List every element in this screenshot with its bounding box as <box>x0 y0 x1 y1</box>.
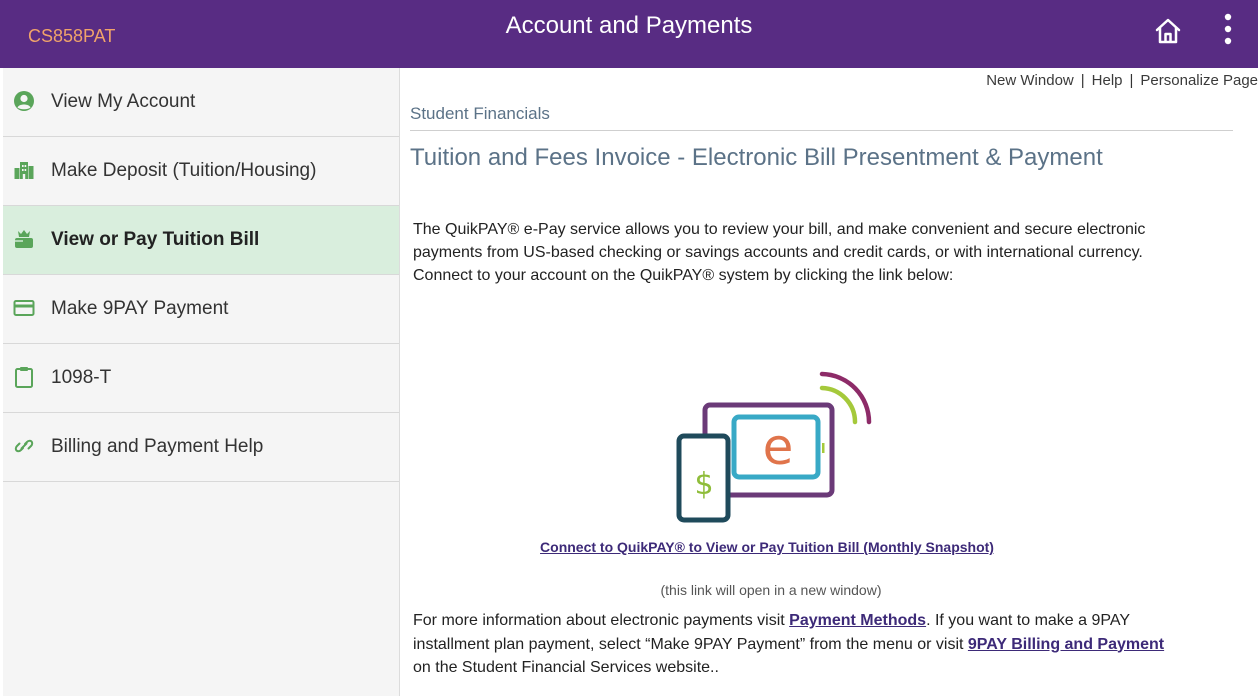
clipboard-icon <box>15 367 33 388</box>
new-window-note: (this link will open in a new window) <box>660 582 882 598</box>
9pay-billing-payment-link[interactable]: 9PAY Billing and Payment <box>968 636 1164 653</box>
graphic-dollar-sign: $ <box>694 467 713 502</box>
intro-text: The QuikPAY® e-Pay service allows you to… <box>413 221 1146 284</box>
more-info-text-1: For more information about electronic pa… <box>413 612 790 629</box>
top-links: New Window | Help | Personalize Page <box>986 72 1258 89</box>
link-separator: | <box>1129 72 1134 89</box>
sidebar-item-label: View or Pay Tuition Bill <box>51 229 260 250</box>
more-info-text: For more information about electronic pa… <box>413 609 1173 680</box>
sidebar: View My Account Make Deposit (Tuition/Ho… <box>3 68 400 696</box>
link-separator: | <box>1080 72 1085 89</box>
sidebar-item-make-deposit[interactable]: Make Deposit (Tuition/Housing) <box>3 137 399 206</box>
header-bar: CS858PAT Account and Payments <box>0 0 1258 68</box>
sidebar-item-view-my-account[interactable]: View My Account <box>3 68 399 137</box>
quikpay-illustration-icon: e $ <box>676 371 872 523</box>
sidebar-item-billing-payment-help[interactable]: Billing and Payment Help <box>3 413 399 482</box>
new-window-link[interactable]: New Window <box>986 72 1074 89</box>
sidebar-item-label: Make 9PAY Payment <box>51 298 229 319</box>
user-circle-icon <box>14 91 34 111</box>
page-title: Tuition and Fees Invoice - Electronic Bi… <box>410 144 1103 171</box>
more-info-text-3: on the Student Financial Services websit… <box>413 659 719 676</box>
sidebar-item-label: Make Deposit (Tuition/Housing) <box>51 160 317 181</box>
help-link[interactable]: Help <box>1092 72 1123 89</box>
sidebar-item-view-pay-tuition-bill[interactable]: View or Pay Tuition Bill <box>3 206 399 275</box>
payment-methods-link[interactable]: Payment Methods <box>789 612 926 629</box>
sidebar-item-label: View My Account <box>51 91 196 112</box>
cash-hand-icon <box>15 230 33 248</box>
divider <box>410 130 1233 131</box>
main-content: New Window | Help | Personalize Page Student… <box>400 68 1258 696</box>
sidebar-item-label: 1098-T <box>51 367 112 388</box>
graphic-e-letter: e <box>763 418 794 476</box>
breadcrumb: Student Financials <box>410 104 550 123</box>
personalize-page-link[interactable]: Personalize Page <box>1140 72 1258 89</box>
home-icon[interactable] <box>1153 16 1183 46</box>
sidebar-item-make-9pay-payment[interactable]: Make 9PAY Payment <box>3 275 399 344</box>
sidebar-item-label: Billing and Payment Help <box>51 436 264 457</box>
page-header-title: Account and Payments <box>505 12 753 39</box>
connect-quikpay-link[interactable]: Connect to QuikPAY® to View or Pay Tuiti… <box>400 539 1134 555</box>
sidebar-item-1098-t[interactable]: 1098-T <box>3 344 399 413</box>
more-actions-icon[interactable] <box>1220 12 1236 46</box>
link-icon <box>14 439 34 453</box>
building-icon <box>14 162 34 179</box>
credit-card-icon <box>13 300 35 316</box>
